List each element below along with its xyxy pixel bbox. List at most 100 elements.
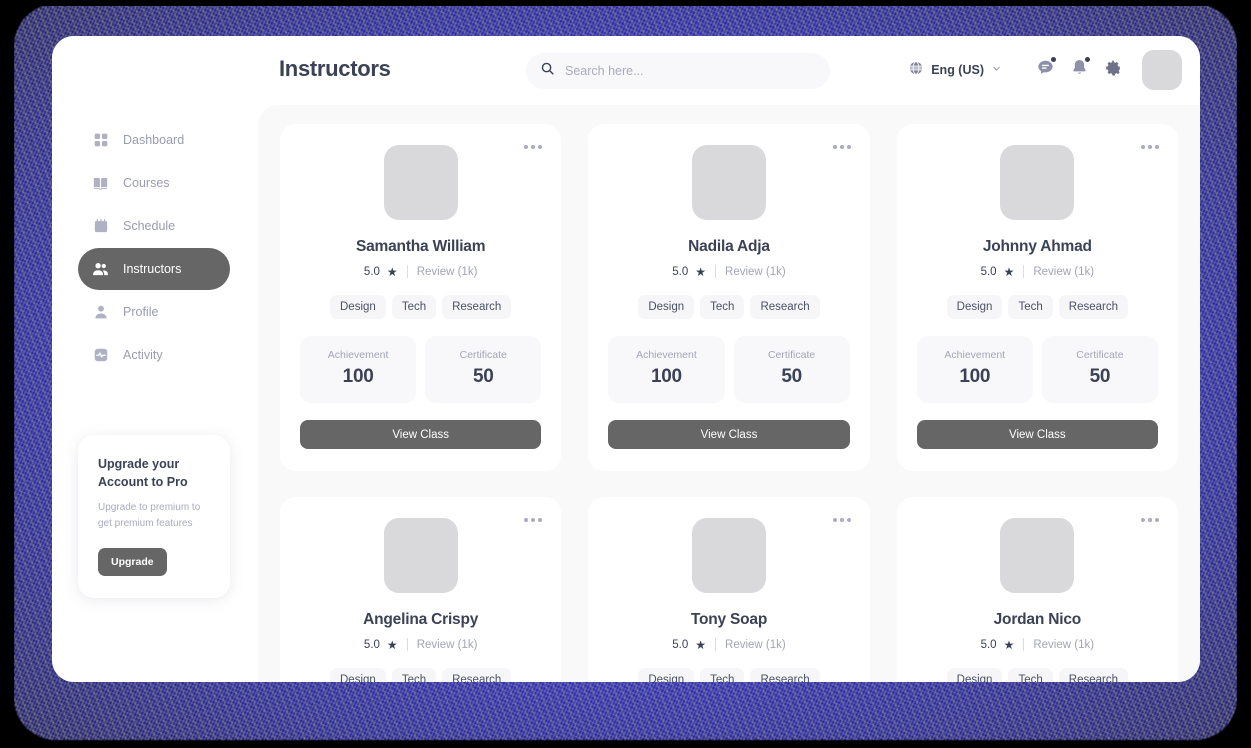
divider xyxy=(715,638,717,651)
page-title: Instructors xyxy=(279,56,391,81)
tag[interactable]: Tech xyxy=(700,668,745,682)
search-icon xyxy=(540,61,555,81)
dot xyxy=(839,518,844,522)
stat-value: 50 xyxy=(472,366,494,387)
dot xyxy=(839,145,844,149)
dot xyxy=(538,518,543,522)
star-icon: ★ xyxy=(386,264,398,279)
tag[interactable]: Tech xyxy=(700,295,745,319)
avatar[interactable] xyxy=(1142,50,1182,90)
frame-mask-bottom xyxy=(0,744,1251,748)
rating-score: 5.0 xyxy=(980,638,997,651)
instructor-tags: Design Tech Research xyxy=(946,668,1128,682)
tag[interactable]: Research xyxy=(750,668,820,682)
rating-score: 5.0 xyxy=(672,265,689,278)
dot xyxy=(1141,518,1145,522)
card-menu-button[interactable] xyxy=(832,518,851,522)
card-menu-button[interactable] xyxy=(524,145,543,149)
instructor-avatar xyxy=(383,145,458,220)
tag[interactable]: Research xyxy=(1058,668,1128,682)
search-bar[interactable] xyxy=(526,53,830,89)
sidebar-item-instructors[interactable]: Instructors xyxy=(78,248,230,290)
tag[interactable]: Research xyxy=(442,668,512,682)
upgrade-title: Upgrade your Account to Pro xyxy=(98,457,188,490)
review-count: Review (1k) xyxy=(1033,265,1095,278)
tag[interactable]: Design xyxy=(330,295,386,319)
tag[interactable]: Design xyxy=(638,668,695,682)
dot xyxy=(1148,518,1152,522)
star-icon: ★ xyxy=(695,637,707,652)
view-class-button[interactable]: View Class xyxy=(916,420,1158,449)
instructor-tags: Design Tech Research xyxy=(330,295,512,319)
instructor-rating: 5.0 ★ Review (1k) xyxy=(672,637,786,652)
pulse-icon xyxy=(92,347,109,364)
tag[interactable]: Design xyxy=(946,668,1003,682)
settings-button[interactable] xyxy=(1096,50,1130,90)
stat-value: 100 xyxy=(342,366,374,387)
dot xyxy=(524,518,529,522)
upgrade-subtitle: Upgrade to premium to get premium featur… xyxy=(98,502,201,529)
tag[interactable]: Design xyxy=(330,668,386,682)
tag[interactable]: Research xyxy=(1058,295,1128,319)
view-class-button[interactable]: View Class xyxy=(300,420,542,449)
sidebar-label-profile: Profile xyxy=(123,305,159,319)
card-menu-button[interactable] xyxy=(1141,518,1159,522)
chevron-down-icon xyxy=(991,61,1002,79)
stat-certificate: Certificate 50 xyxy=(1041,336,1158,403)
divider xyxy=(406,265,408,278)
star-icon: ★ xyxy=(1003,637,1015,652)
card-menu-button[interactable] xyxy=(832,145,851,149)
sidebar-item-schedule[interactable]: Schedule xyxy=(78,205,230,247)
upgrade-button[interactable]: Upgrade xyxy=(98,548,167,577)
frame-mask-left xyxy=(0,0,14,748)
stat-achievement: Achievement 100 xyxy=(300,336,417,403)
frame-mask-right xyxy=(1237,0,1251,748)
instructor-rating: 5.0 ★ Review (1k) xyxy=(981,265,1094,278)
app-header: Instructors Search here... Eng (US) xyxy=(52,36,1200,105)
dot xyxy=(531,518,536,522)
tag[interactable]: Tech xyxy=(1008,295,1053,319)
search-input[interactable] xyxy=(565,64,816,78)
stat-label: Certificate xyxy=(767,349,816,361)
card-menu-button[interactable] xyxy=(524,518,543,522)
tag[interactable]: Design xyxy=(638,295,695,319)
stat-label: Achievement xyxy=(944,349,1006,361)
view-class-button[interactable]: View Class xyxy=(608,420,850,449)
language-selector[interactable]: Eng (US) xyxy=(908,60,1002,81)
card-menu-button[interactable] xyxy=(1141,145,1159,149)
stat-value: 50 xyxy=(781,366,802,387)
tag[interactable]: Research xyxy=(750,295,820,319)
upgrade-card: Upgrade your Account to Pro Upgrade to p… xyxy=(78,435,230,599)
sidebar-item-profile[interactable]: Profile xyxy=(78,291,230,333)
sidebar-label-activity: Activity xyxy=(123,348,163,362)
stat-achievement: Achievement 100 xyxy=(608,336,725,403)
people-icon xyxy=(92,261,109,278)
messages-badge xyxy=(1051,57,1056,62)
stat-value: 100 xyxy=(959,366,991,387)
app-window: Instructors Search here... Eng (US) Dash… xyxy=(52,36,1200,682)
instructor-name: Tony Soap xyxy=(690,611,768,628)
tag[interactable]: Tech xyxy=(1008,668,1053,682)
sidebar-item-activity[interactable]: Activity xyxy=(78,334,230,376)
rating-score: 5.0 xyxy=(363,265,380,278)
dot xyxy=(846,518,851,522)
stat-certificate: Certificate 50 xyxy=(425,336,542,403)
settings-icon xyxy=(1104,59,1122,82)
dot xyxy=(832,145,837,149)
instructor-tags: Design Tech Research xyxy=(638,295,820,319)
instructor-card: Tony Soap 5.0 ★ Review (1k) Design Tech Resear… xyxy=(588,497,870,682)
rating-score: 5.0 xyxy=(363,638,380,651)
header-actions: Eng (US) xyxy=(908,50,1182,90)
notifications-button[interactable] xyxy=(1062,50,1096,90)
divider xyxy=(1023,265,1025,278)
tag[interactable]: Design xyxy=(946,295,1003,319)
tag[interactable]: Tech xyxy=(391,295,437,319)
tag[interactable]: Tech xyxy=(391,668,437,682)
stat-label: Certificate xyxy=(459,349,507,361)
messages-button[interactable] xyxy=(1028,50,1062,90)
stat-label: Achievement xyxy=(636,349,697,361)
sidebar-item-dashboard[interactable]: Dashboard xyxy=(78,119,230,161)
sidebar-item-courses[interactable]: Courses xyxy=(78,162,230,204)
review-count: Review (1k) xyxy=(416,638,478,651)
tag[interactable]: Research xyxy=(442,295,512,319)
